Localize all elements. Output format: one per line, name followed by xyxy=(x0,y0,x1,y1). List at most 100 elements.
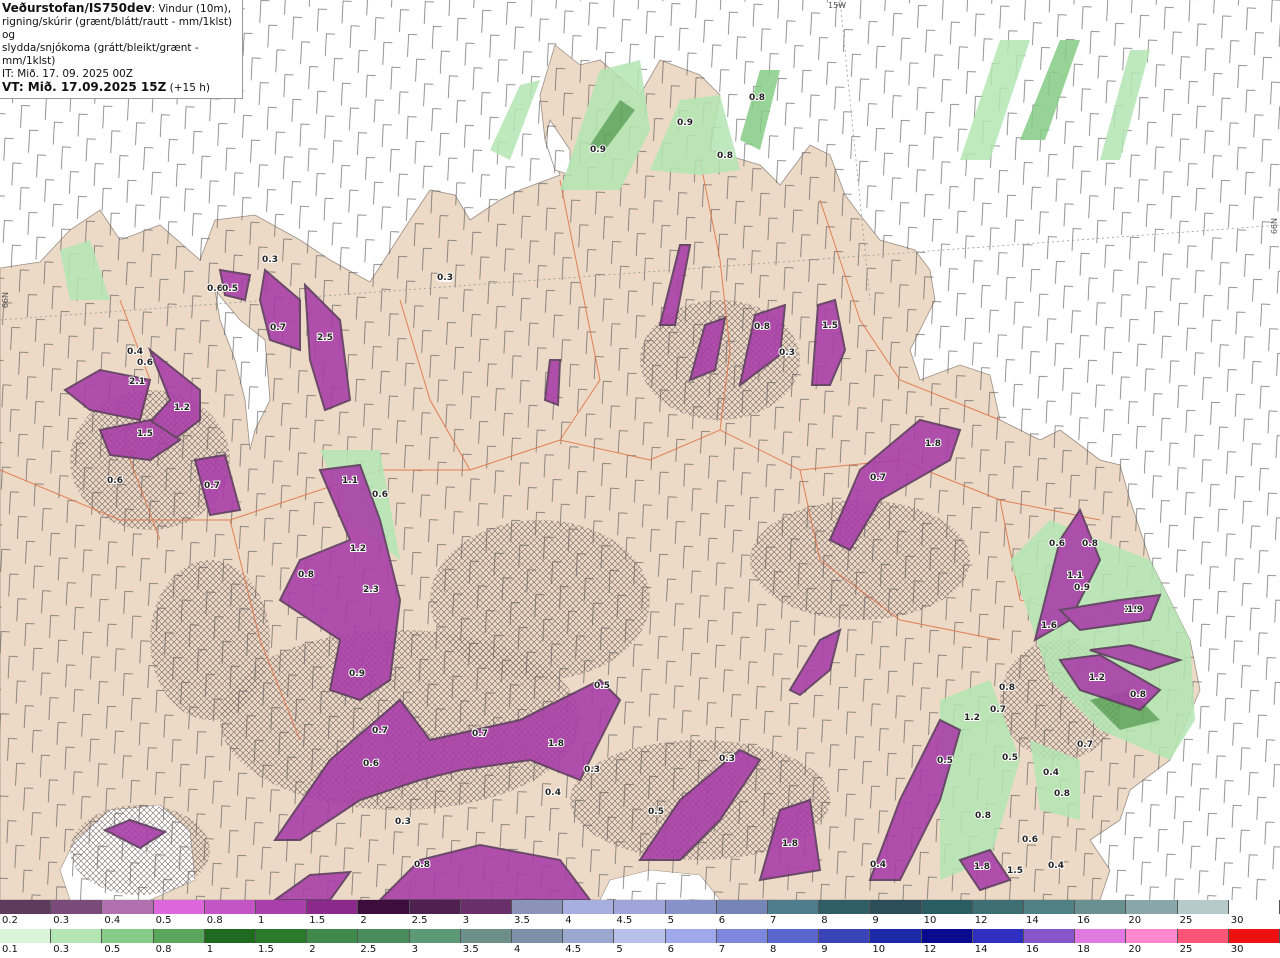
rain-scale-swatch xyxy=(307,929,359,943)
rain-scale-swatch xyxy=(665,929,717,943)
rain-scale-swatch xyxy=(1126,929,1178,943)
precip-value-label: 0.3 xyxy=(779,348,795,358)
snow-scale-swatch xyxy=(972,900,1025,914)
rain-scale-tick-label: 30 xyxy=(1230,944,1244,955)
precip-value-label: 0.7 xyxy=(870,473,886,483)
rain-scale-tick-label: 16 xyxy=(1026,944,1039,955)
rain-scale-labels: 0.1 0.3 0.5 0.8 1 1.5 2 2.5 3 3.5 4 4.5 5 6 7 8 9 10 12 14 1… xyxy=(0,944,1280,957)
snow-scale-swatch xyxy=(614,900,666,914)
precip-value-label: 0.5 xyxy=(594,681,610,691)
longitude-label: 15W xyxy=(828,1,847,10)
precip-value-label: 0.3 xyxy=(262,255,278,265)
snow-scale-swatch xyxy=(512,900,564,914)
snow-scale-swatch xyxy=(204,900,257,914)
snow-scale-tick-label: 1.5 xyxy=(309,915,326,926)
rain-scale-tick-label: 4.5 xyxy=(565,944,582,955)
snow-scale-tick-label: 12 xyxy=(974,915,988,926)
snow-scale-tick-label: 0.4 xyxy=(104,915,121,926)
precip-value-label: 0.4 xyxy=(127,347,143,357)
precip-value-label: 0.8 xyxy=(1130,690,1146,700)
rain-scale-tick-label: 2 xyxy=(309,944,316,955)
precip-value-label: 0.6 xyxy=(1049,539,1065,549)
map-title-line1: : Vindur (10m), xyxy=(151,3,232,15)
precip-value-label: 2.3 xyxy=(363,585,379,595)
snow-scale-swatch xyxy=(665,900,717,914)
rain-scale-tick-label: 14 xyxy=(974,944,988,955)
snow-scale-swatch xyxy=(0,900,52,914)
snow-scale-swatch xyxy=(51,900,103,914)
precip-value-label: 0.8 xyxy=(298,570,314,580)
rain-scale-tick-label: 1 xyxy=(206,944,214,955)
precip-value-label: 1.2 xyxy=(964,713,980,723)
precip-value-label: 0.5 xyxy=(1002,753,1018,763)
snow-scale-tick-label: 4.5 xyxy=(616,915,633,926)
precip-value-label: 1.1 xyxy=(1067,571,1083,581)
snow-scale-swatch xyxy=(921,900,973,914)
snow-scale-swatch xyxy=(102,900,154,914)
precip-value-label: 0.6 xyxy=(1022,835,1038,845)
rain-scale-tick-label: 10 xyxy=(872,944,886,955)
precip-value-label: 0.8 xyxy=(975,811,991,821)
precip-value-label: 0.8 xyxy=(717,151,733,161)
rain-scale-swatch xyxy=(716,929,769,943)
snow-scale-tick-label: 16 xyxy=(1077,915,1090,926)
precip-value-label: 0.3 xyxy=(395,817,411,827)
rain-scale-tick-label: 4 xyxy=(514,944,521,955)
snow-scale-tick-label: 3.5 xyxy=(514,915,530,926)
rain-scale-tick-label: 3.5 xyxy=(462,944,479,955)
map-title-line3: slydda/snjókoma (grátt/bleikt/grænt - mm… xyxy=(2,42,199,67)
snow-scale-tick-label: 5 xyxy=(667,915,674,926)
snow-scale-swatch xyxy=(307,900,359,914)
precip-value-label: 1.5 xyxy=(137,429,153,439)
rain-scale-swatch xyxy=(972,929,1025,943)
rain-scale-swatch xyxy=(563,929,615,943)
precip-value-label: 1.2 xyxy=(350,544,366,554)
snow-scale-tick-label: 25 xyxy=(1179,915,1193,926)
precip-value-label: 0.7 xyxy=(472,729,488,739)
snow-scale-tick-label: 8 xyxy=(821,915,828,926)
rain-scale-swatch xyxy=(204,929,257,943)
rain-scale-swatch xyxy=(768,929,820,943)
precip-value-label: 0.7 xyxy=(990,705,1006,715)
rain-scale-tick-label: 20 xyxy=(1128,944,1142,955)
snow-scale-swatch xyxy=(153,900,205,914)
snow-scale-tick-label: 4 xyxy=(565,915,572,926)
snow-scale-swatch xyxy=(1126,900,1178,914)
precip-value-label: 0.8 xyxy=(754,322,770,332)
rain-scale-swatch xyxy=(870,929,922,943)
rain-scale-tick-label: 25 xyxy=(1179,944,1193,955)
valid-time: VT: Mið. 17.09.2025 15Z xyxy=(2,80,167,94)
rain-scale-tick-label: 12 xyxy=(923,944,937,955)
snow-scale-bar xyxy=(0,900,1280,914)
snow-scale-swatch xyxy=(1177,900,1229,914)
rain-scale-tick-label: 8 xyxy=(770,944,777,955)
weather-map: 0.50.6 0.50.90.90.80.80.30.32.50.70.61.50… xyxy=(0,0,1280,900)
rain-scale-swatch xyxy=(460,929,513,943)
precip-value-label: 1.9 xyxy=(1127,605,1143,615)
precip-value-label: 0.8 xyxy=(999,683,1015,693)
snow-scale-labels: 0.2 0.3 0.4 0.5 0.8 1 1.5 2 2.5 3 3.5 4 4.5 5 6 7 8 9 10 12… xyxy=(0,915,1280,928)
precip-value-label: 0.4 xyxy=(1048,861,1064,871)
map-title-line2: rigning/skúrir (grænt/blátt/rautt - mm/1… xyxy=(2,16,233,41)
precip-value-label: 0.6 xyxy=(372,490,388,500)
map-title: Veðurstofan/IS750dev: Vindur (10m), rign… xyxy=(0,0,243,99)
rain-scale-tick-label: 5 xyxy=(616,944,623,955)
snow-scale-tick-label: 3 xyxy=(462,915,470,926)
snow-scale-swatch xyxy=(1024,900,1076,914)
latitude-label-left: 66N xyxy=(1,292,10,309)
precip-value-label: 0.3 xyxy=(437,273,453,283)
snow-scale-swatch xyxy=(768,900,820,914)
precip-value-label: 1.8 xyxy=(925,439,941,449)
precip-value-label: 1.6 xyxy=(1041,621,1057,631)
rain-scale-swatch xyxy=(512,929,564,943)
rain-scale-bar xyxy=(0,929,1280,943)
precip-value-label: 0.6 xyxy=(363,759,379,769)
precip-value-label: 0.7 xyxy=(372,726,388,736)
rain-scale-swatch xyxy=(153,929,205,943)
snow-scale-tick-label: 10 xyxy=(923,915,937,926)
precip-value-label: 1.8 xyxy=(974,862,990,872)
precip-value-label: 0.9 xyxy=(590,145,606,155)
precip-value-label: 0.5 xyxy=(937,756,953,766)
precip-value-label: 0.5 xyxy=(648,807,664,817)
rain-scale-swatch xyxy=(819,929,871,943)
